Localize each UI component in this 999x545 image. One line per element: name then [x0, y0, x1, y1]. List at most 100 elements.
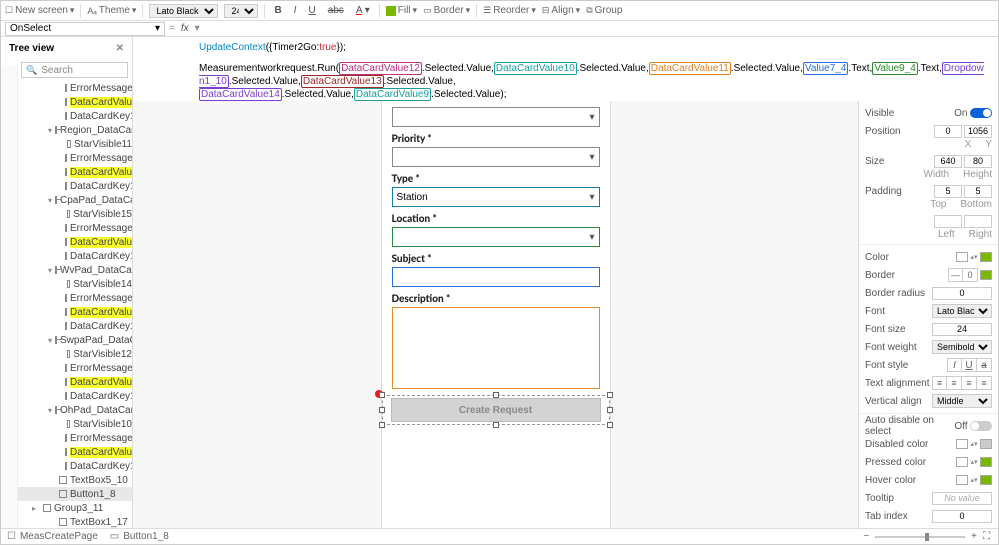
tree-item[interactable]: TextBox5_10	[18, 473, 132, 487]
tree-item[interactable]: DataCardValue11	[18, 375, 132, 389]
tree-item[interactable]: DataCardValue14	[18, 235, 132, 249]
tree-item[interactable]: ▾OhPad_DataCard2	[18, 403, 132, 417]
fontcolor-btn[interactable]: A ▾	[353, 5, 373, 16]
fstyle-i[interactable]: I	[947, 358, 962, 372]
fontsize-select[interactable]: 24	[224, 4, 258, 18]
bold-btn[interactable]: B	[271, 5, 284, 16]
tree-item[interactable]: ErrorMessage9	[18, 431, 132, 445]
tree-item[interactable]: DataCardValue10	[18, 165, 132, 179]
pad-l[interactable]	[934, 215, 962, 228]
pos-y[interactable]	[964, 125, 992, 138]
tree-item[interactable]: Button1_8	[18, 487, 132, 501]
al-l[interactable]: ≡	[932, 376, 947, 390]
tree-item[interactable]: ErrorMessage10	[18, 151, 132, 165]
description-input[interactable]	[392, 307, 600, 389]
group-btn[interactable]: ⧉ Group	[586, 5, 622, 16]
border-radius[interactable]	[932, 287, 992, 300]
pad-b[interactable]	[964, 185, 992, 198]
pos-x[interactable]	[934, 125, 962, 138]
zoom-in[interactable]: +	[971, 531, 977, 542]
tree-item[interactable]: StarVisible10	[18, 417, 132, 431]
tree-item[interactable]: ▾Region_DataCard2	[18, 123, 132, 137]
tree-item[interactable]: ▾SwpaPad_DataCard2	[18, 333, 132, 347]
strike-btn[interactable]: abc	[325, 5, 347, 16]
new-screen-btn[interactable]: ☐ New screen ▾	[5, 5, 74, 16]
dcolor-bg[interactable]	[980, 439, 992, 449]
type-dropdown[interactable]: Station▾	[392, 187, 600, 207]
autodisable-toggle[interactable]	[970, 421, 992, 431]
tree-item[interactable]: ▾WvPad_DataCard2	[18, 263, 132, 277]
tree-item[interactable]: ▾CpaPad_DataCard2	[18, 193, 132, 207]
underline-btn[interactable]: U	[305, 5, 318, 16]
fill-btn[interactable]: Fill ▾	[386, 5, 417, 16]
visible-toggle[interactable]	[970, 108, 992, 118]
fstyle-u[interactable]: U	[962, 358, 977, 372]
tooltip-input[interactable]	[932, 492, 992, 505]
tree-item[interactable]: DataCardValue12	[18, 95, 132, 109]
font-weight[interactable]: Semibold	[932, 340, 992, 354]
zoom-fit[interactable]: ⛶	[983, 531, 990, 542]
valign-dd[interactable]: Middle	[932, 394, 992, 408]
priority-dropdown[interactable]: ▾	[392, 147, 600, 167]
al-c[interactable]: ≡	[947, 376, 962, 390]
create-request-button[interactable]: Create Request	[391, 398, 601, 422]
pcolor-fg[interactable]	[956, 457, 968, 467]
tree-item[interactable]: StarVisible15	[18, 207, 132, 221]
close-icon[interactable]: ✕	[116, 43, 124, 54]
reorder-btn[interactable]: ☰ Reorder ▾	[483, 5, 536, 16]
fstyle-s[interactable]: a	[977, 358, 992, 372]
color-fg[interactable]	[956, 252, 968, 262]
font-dd[interactable]: Lato Black	[932, 304, 992, 318]
prop-pcolor: Pressed color	[865, 457, 956, 468]
selection-outline: Create Request	[382, 395, 610, 425]
property-dropdown[interactable]: OnSelect▾	[5, 22, 165, 36]
tree-search[interactable]: 🔍 Search	[21, 62, 128, 78]
design-canvas[interactable]: ▾ Priority * ▾ Type * Station▾ Location …	[133, 101, 858, 528]
tree-item[interactable]: ErrorMessage12	[18, 81, 132, 95]
tree-item[interactable]: ErrorMessage14	[18, 221, 132, 235]
tabindex-input[interactable]	[932, 510, 992, 523]
field-top[interactable]: ▾	[392, 107, 600, 127]
tree-item[interactable]: DataCardValue9	[18, 445, 132, 459]
dcolor-fg[interactable]	[956, 439, 968, 449]
breadcrumb-control[interactable]: ▭ Button1_8	[110, 531, 169, 542]
pcolor-bg[interactable]	[980, 457, 992, 467]
tree-item[interactable]: DataCardKey15	[18, 319, 132, 333]
zoom-out[interactable]: −	[863, 531, 869, 542]
tree-item[interactable]: DataCardKey13	[18, 109, 132, 123]
hcolor-fg[interactable]	[956, 475, 968, 485]
tree-item[interactable]: ▸Group3_11	[18, 501, 132, 515]
pad-t[interactable]	[934, 185, 962, 198]
theme-btn[interactable]: Aₐ Theme ▾	[87, 5, 136, 16]
size-h[interactable]	[964, 155, 992, 168]
border-color[interactable]	[980, 270, 992, 280]
font-size[interactable]	[932, 323, 992, 336]
tree-item[interactable]: StarVisible11	[18, 137, 132, 151]
italic-btn[interactable]: I	[291, 5, 300, 16]
al-j[interactable]: ≡	[977, 376, 992, 390]
border-btn[interactable]: ▭ Border ▾	[423, 5, 470, 16]
color-bg[interactable]	[980, 252, 992, 262]
breadcrumb-screen[interactable]: ☐ MeasCreatePage	[7, 531, 98, 542]
border-width[interactable]: 0	[963, 268, 978, 282]
tree-item[interactable]: DataCardKey12	[18, 389, 132, 403]
location-dropdown[interactable]: ▾	[392, 227, 600, 247]
al-r[interactable]: ≡	[962, 376, 977, 390]
align-btn[interactable]: ⊟ Align ▾	[542, 5, 580, 16]
tree-item[interactable]: DataCardKey19	[18, 249, 132, 263]
subject-input[interactable]	[392, 267, 600, 287]
size-w[interactable]	[934, 155, 962, 168]
tree-item[interactable]: DataCardKey11	[18, 179, 132, 193]
tree-item[interactable]: DataCardKey10	[18, 459, 132, 473]
tree-item[interactable]: StarVisible14	[18, 277, 132, 291]
tree-item[interactable]: StarVisible12	[18, 347, 132, 361]
tree-item[interactable]: TextBox1_17	[18, 515, 132, 528]
tree-item[interactable]: DataCardValue13	[18, 305, 132, 319]
zoom-slider[interactable]	[875, 536, 965, 538]
tree-item[interactable]: ErrorMessage13	[18, 291, 132, 305]
tree-item[interactable]: ErrorMessage11	[18, 361, 132, 375]
pad-r[interactable]	[964, 215, 992, 228]
hcolor-bg[interactable]	[980, 475, 992, 485]
border-style[interactable]: —	[948, 268, 963, 282]
font-select[interactable]: Lato Black	[149, 4, 218, 18]
